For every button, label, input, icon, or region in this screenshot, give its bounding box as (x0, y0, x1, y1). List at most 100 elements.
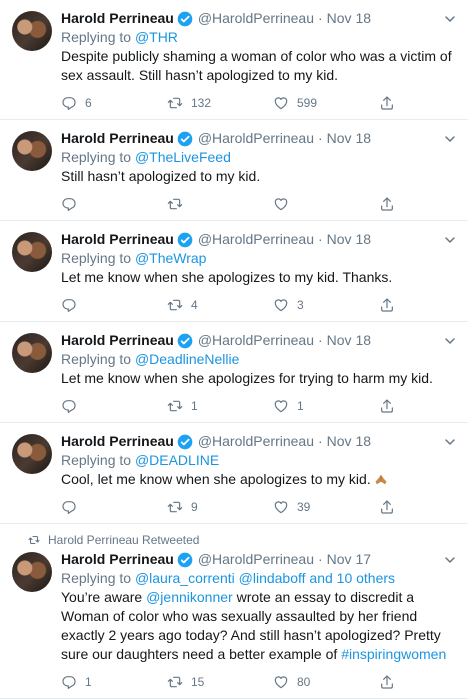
like-button[interactable] (273, 196, 379, 212)
author-handle[interactable]: @HaroldPerrineau (198, 432, 314, 451)
author-name[interactable]: Harold Perrineau (61, 432, 174, 451)
avatar[interactable] (12, 434, 52, 474)
tweet-actions: 1 1 (61, 390, 456, 422)
reply-to-link[interactable]: @TheLiveFeed (135, 149, 231, 165)
reply-to-link[interactable]: @laura_correnti (135, 570, 235, 586)
retweet-count: 4 (191, 298, 198, 312)
tweet-date[interactable]: Nov 18 (327, 9, 371, 28)
reply-to-link[interactable]: @lindaboff (239, 570, 306, 586)
chevron-down-icon[interactable] (444, 436, 456, 448)
share-icon (381, 399, 393, 413)
reply-icon (62, 299, 76, 312)
chevron-down-icon[interactable] (444, 554, 456, 566)
tweet[interactable]: Harold Perrineau @HaroldPerrineau · Nov … (0, 0, 468, 120)
avatar[interactable] (12, 333, 52, 373)
reply-button[interactable] (61, 297, 167, 313)
tweet-text: Cool, let me know when she apologizes to… (61, 470, 456, 489)
retweet-icon (167, 676, 183, 688)
reply-icon (62, 400, 76, 413)
retweet-button[interactable]: 132 (167, 95, 273, 111)
author-name[interactable]: Harold Perrineau (61, 129, 174, 148)
like-button[interactable]: 39 (273, 499, 379, 515)
avatar[interactable] (12, 131, 52, 171)
tweet-text: Still hasn’t apologized to my kid. (61, 168, 261, 184)
reply-icon (62, 97, 76, 110)
tweet-date[interactable]: Nov 18 (327, 432, 371, 451)
retweet-button[interactable]: 15 (167, 674, 273, 690)
avatar[interactable] (12, 552, 52, 592)
like-count: 599 (297, 96, 318, 110)
retweet-button[interactable]: 1 (167, 398, 273, 414)
tweet[interactable]: Harold Perrineau @HaroldPerrineau · Nov … (0, 423, 468, 524)
author-handle[interactable]: @HaroldPerrineau (198, 230, 314, 249)
tweet-header: Harold Perrineau @HaroldPerrineau · Nov … (61, 550, 456, 569)
tweet-header: Harold Perrineau @HaroldPerrineau · Nov … (61, 432, 456, 451)
author-name[interactable]: Harold Perrineau (61, 550, 174, 569)
tweet-date[interactable]: Nov 18 (327, 129, 371, 148)
retweet-button[interactable]: 9 (167, 499, 273, 515)
tweet-content: Harold Perrineau @HaroldPerrineau · Nov … (61, 9, 456, 119)
separator-dot: · (317, 130, 323, 146)
tweet[interactable]: Harold Perrineau @HaroldPerrineau · Nov … (0, 120, 468, 221)
separator-dot: · (317, 433, 323, 449)
retweet-icon (28, 535, 40, 545)
tweet[interactable]: Harold Perrineau Retweeted Harold Perrin… (0, 524, 468, 699)
tweet-content: Harold Perrineau @HaroldPerrineau · Nov … (61, 230, 456, 321)
retweet-count: 1 (191, 399, 198, 413)
author-handle[interactable]: @HaroldPerrineau (198, 550, 314, 569)
retweeted-label: Harold Perrineau Retweeted (48, 533, 200, 547)
reply-button[interactable] (61, 196, 167, 212)
tweet[interactable]: Harold Perrineau @HaroldPerrineau · Nov … (0, 322, 468, 423)
reply-button[interactable]: 1 (61, 674, 167, 690)
share-button[interactable] (379, 297, 403, 313)
reply-to-others-link[interactable]: and 10 others (306, 570, 395, 586)
like-button[interactable]: 80 (273, 674, 379, 690)
verified-badge-icon (177, 131, 193, 146)
author-handle[interactable]: @HaroldPerrineau (198, 331, 314, 350)
reply-button[interactable]: 6 (61, 95, 167, 111)
replying-to: Replying to @DEADLINE (61, 452, 220, 468)
reply-to-link[interactable]: @DeadlineNellie (135, 351, 240, 367)
author-name[interactable]: Harold Perrineau (61, 9, 174, 28)
chevron-down-icon[interactable] (444, 335, 456, 347)
tweet-date[interactable]: Nov 18 (327, 230, 371, 249)
share-icon (381, 500, 393, 514)
tweet-header: Harold Perrineau @HaroldPerrineau · Nov … (61, 230, 456, 249)
avatar[interactable] (12, 11, 52, 51)
share-button[interactable] (379, 398, 403, 414)
like-button[interactable]: 3 (273, 297, 379, 313)
like-button[interactable]: 1 (273, 398, 379, 414)
share-icon (381, 675, 393, 689)
share-button[interactable] (379, 196, 403, 212)
tweet-content: Harold Perrineau @HaroldPerrineau · Nov … (61, 550, 456, 698)
tweet[interactable]: Harold Perrineau @HaroldPerrineau · Nov … (0, 221, 468, 322)
chevron-down-icon[interactable] (444, 133, 456, 145)
reply-to-link[interactable]: @DEADLINE (135, 452, 219, 468)
like-button[interactable]: 599 (273, 95, 379, 111)
share-button[interactable] (379, 674, 403, 690)
like-icon (274, 676, 288, 689)
author-name[interactable]: Harold Perrineau (61, 331, 174, 350)
tweet-actions: 9 39 (61, 491, 456, 523)
tweet-content: Harold Perrineau @HaroldPerrineau · Nov … (61, 331, 456, 422)
mention-link[interactable]: @jennikonner (146, 589, 233, 605)
avatar[interactable] (12, 232, 52, 272)
hashtag-link[interactable]: #inspiringwomen (341, 646, 446, 662)
like-count: 80 (297, 675, 311, 689)
reply-button[interactable] (61, 499, 167, 515)
share-button[interactable] (379, 95, 403, 111)
author-name[interactable]: Harold Perrineau (61, 230, 174, 249)
tweet-actions: 1 15 80 (61, 666, 456, 698)
tweet-date[interactable]: Nov 18 (327, 331, 371, 350)
author-handle[interactable]: @HaroldPerrineau (198, 129, 314, 148)
reply-button[interactable] (61, 398, 167, 414)
retweet-button[interactable] (167, 196, 273, 212)
tweet-date[interactable]: Nov 17 (327, 550, 371, 569)
chevron-down-icon[interactable] (444, 13, 456, 25)
author-handle[interactable]: @HaroldPerrineau (198, 9, 314, 28)
retweet-button[interactable]: 4 (167, 297, 273, 313)
chevron-down-icon[interactable] (444, 234, 456, 246)
reply-to-link[interactable]: @TheWrap (135, 250, 207, 266)
reply-to-link[interactable]: @THR (135, 29, 178, 45)
share-button[interactable] (379, 499, 403, 515)
